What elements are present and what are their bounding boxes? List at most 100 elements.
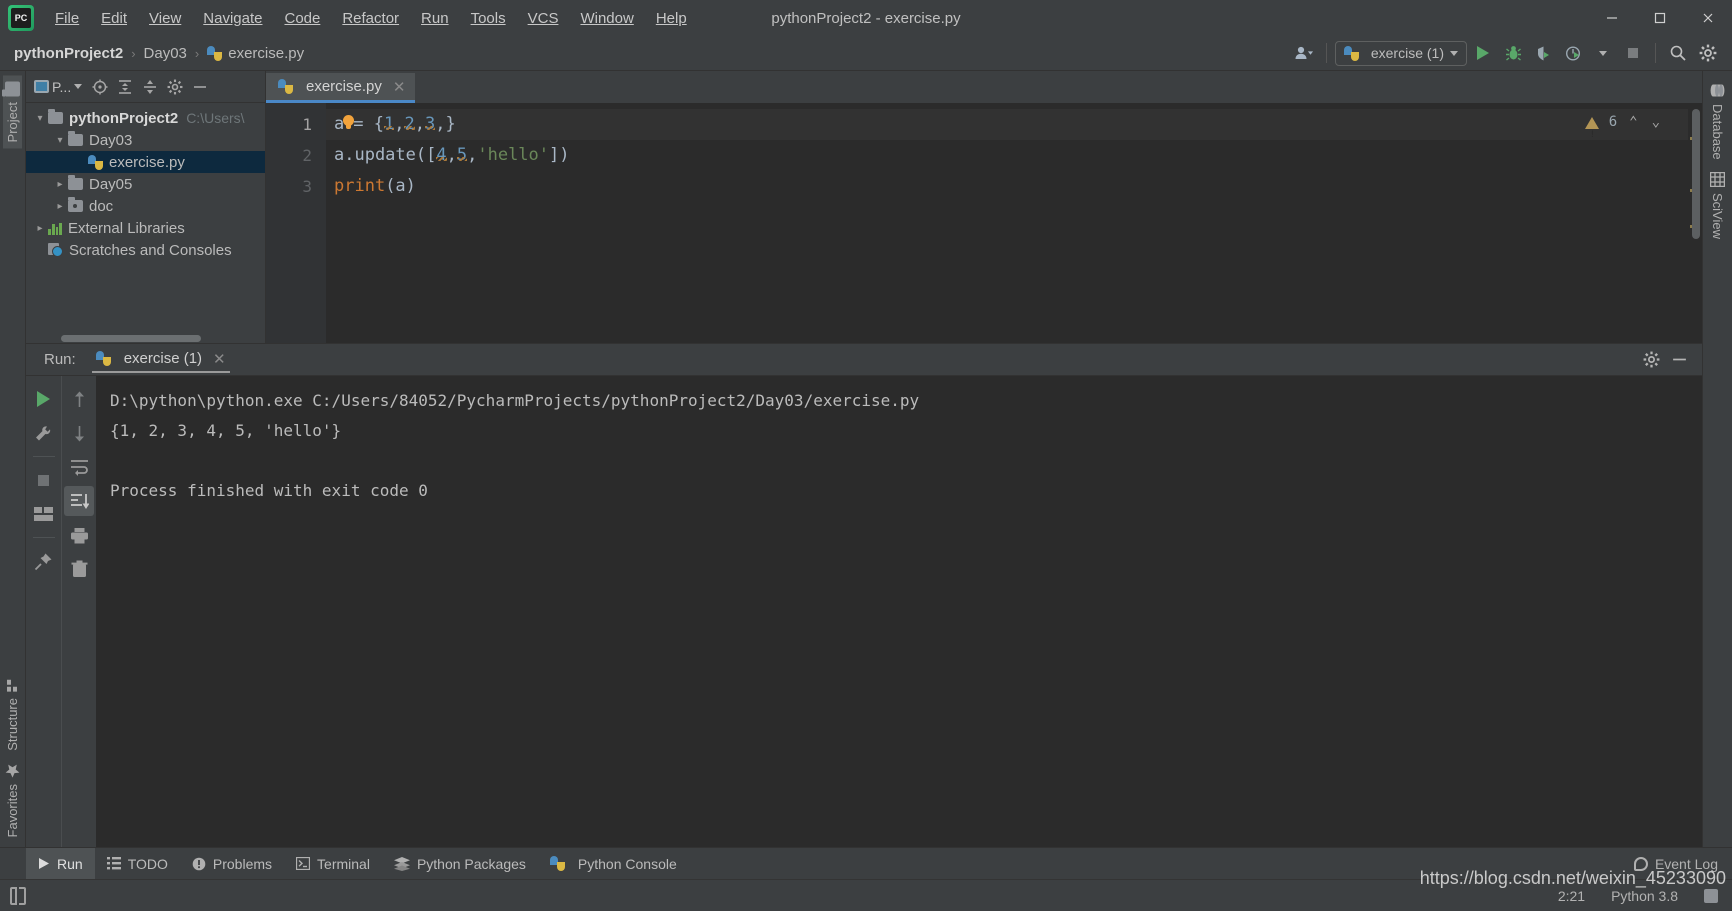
project-tree-horizontal-scrollbar[interactable]	[26, 333, 265, 343]
search-everywhere-button[interactable]	[1664, 40, 1692, 66]
sidebar-item-favorites[interactable]: Favorites	[3, 757, 22, 843]
code-line-3[interactable]: print(a)	[326, 171, 1688, 202]
run-configuration-selector[interactable]: exercise (1)	[1334, 40, 1467, 66]
scroll-from-source-button[interactable]	[89, 76, 111, 98]
status-tab-terminal[interactable]: Terminal	[284, 848, 382, 879]
hide-tool-window-icon[interactable]	[189, 76, 211, 98]
code-line-1[interactable]: a = {1,2,3,}	[326, 109, 1688, 140]
down-the-stack-button[interactable]	[64, 418, 94, 448]
maximize-button[interactable]	[1636, 0, 1684, 36]
run-button[interactable]	[1469, 40, 1497, 66]
stop-process-button[interactable]	[29, 465, 59, 495]
close-icon[interactable]: ✕	[393, 78, 406, 96]
run-console-output[interactable]: D:\python\python.exe C:/Users/84052/Pych…	[96, 376, 1702, 847]
event-log-button[interactable]: Event Log	[1633, 856, 1718, 872]
status-tab-todo[interactable]: TODO	[95, 848, 180, 879]
packages-icon	[393, 856, 410, 871]
pin-tab-button[interactable]	[29, 546, 59, 576]
profile-dropdown[interactable]	[1589, 40, 1617, 66]
rerun-button[interactable]	[29, 384, 59, 414]
user-icon[interactable]	[1290, 40, 1318, 66]
menu-vcs[interactable]: VCS	[517, 6, 570, 31]
layout-settings-button[interactable]	[29, 499, 59, 529]
breadcrumb-file[interactable]: exercise.py	[207, 45, 304, 62]
expand-all-icon[interactable]	[114, 76, 136, 98]
intention-bulb-icon[interactable]	[342, 115, 355, 132]
run-toolbar-left	[26, 376, 61, 847]
stop-button[interactable]	[1619, 40, 1647, 66]
star-icon	[5, 763, 20, 778]
sidebar-item-sciview[interactable]: SciView	[1708, 166, 1727, 245]
chevron-right-icon[interactable]: ▸	[52, 176, 68, 192]
library-icon	[48, 222, 62, 235]
editor-tab-exercise-py[interactable]: exercise.py ✕	[266, 73, 416, 103]
sidebar-item-structure[interactable]: Structure	[3, 673, 22, 757]
menu-navigate[interactable]: Navigate	[192, 6, 273, 31]
status-tab-run[interactable]: Run	[26, 848, 95, 879]
tool-window-favorites-label: Favorites	[5, 783, 20, 837]
close-button[interactable]	[1684, 0, 1732, 36]
code-line-2[interactable]: a.update([4,5,'hello'])	[326, 140, 1688, 171]
menu-help[interactable]: Help	[645, 6, 698, 31]
breadcrumb-day03[interactable]: Day03	[144, 45, 187, 62]
chevron-down-icon	[1450, 50, 1458, 56]
editor-vertical-scrollbar[interactable]	[1692, 109, 1700, 239]
run-icon	[1477, 46, 1489, 60]
menu-file[interactable]: File	[44, 6, 90, 31]
tool-window-project-label: Project	[5, 102, 20, 143]
profile-button[interactable]	[1559, 40, 1587, 66]
run-with-coverage-button[interactable]	[1529, 40, 1557, 66]
run-tab-exercise[interactable]: exercise (1) ✕	[91, 347, 230, 373]
hide-run-window-icon[interactable]	[1668, 349, 1690, 371]
menu-tools[interactable]: Tools	[460, 6, 517, 31]
breadcrumb-project[interactable]: pythonProject2	[14, 45, 123, 62]
menu-run[interactable]: Run	[410, 6, 460, 31]
menu-code[interactable]: Code	[273, 6, 331, 31]
chevron-down-icon	[1599, 50, 1607, 56]
close-icon[interactable]: ✕	[213, 350, 226, 368]
status-tab-problems[interactable]: Problems	[180, 848, 284, 879]
minimize-button[interactable]	[1588, 0, 1636, 36]
sidebar-item-database[interactable]: Database	[1708, 77, 1727, 166]
print-button[interactable]	[64, 520, 94, 550]
notification-icon[interactable]	[10, 886, 26, 905]
menu-view[interactable]: View	[138, 6, 192, 31]
project-settings-gear-icon[interactable]	[164, 76, 186, 98]
scroll-to-end-button[interactable]	[64, 486, 94, 516]
status-tab-python-console[interactable]: Python Console	[538, 848, 689, 879]
status-tab-python-packages[interactable]: Python Packages	[382, 848, 538, 879]
tree-node-pythonproject2[interactable]: ▾ pythonProject2 C:\Users\	[26, 107, 265, 129]
run-settings-gear-icon[interactable]	[1640, 349, 1662, 371]
inspection-widget[interactable]: 6 ⌃ ⌄	[1584, 107, 1662, 151]
tree-node-exercise-py[interactable]: ▸ exercise.py	[26, 151, 265, 173]
settings-button[interactable]	[1694, 40, 1722, 66]
menu-refactor[interactable]: Refactor	[331, 6, 410, 31]
tree-node-scratches-and-consoles[interactable]: Scratches and Consoles	[26, 239, 265, 261]
chevron-right-icon[interactable]: ▸	[52, 198, 68, 214]
clear-all-button[interactable]	[64, 554, 94, 584]
tree-node-doc[interactable]: ▸ doc	[26, 195, 265, 217]
caret-position-indicator[interactable]: 2:21	[1558, 888, 1585, 904]
memory-indicator-icon[interactable]	[1704, 888, 1718, 903]
menu-edit[interactable]: Edit	[90, 6, 138, 31]
chevron-right-icon[interactable]: ▸	[32, 220, 48, 236]
soft-wrap-button[interactable]	[64, 452, 94, 482]
next-problem-icon[interactable]: ⌄	[1650, 107, 1662, 138]
collapse-all-icon[interactable]	[139, 76, 161, 98]
sidebar-item-project[interactable]: Project	[3, 75, 22, 149]
chevron-down-icon[interactable]: ▾	[32, 110, 48, 126]
python-interpreter-indicator[interactable]: Python 3.8	[1611, 888, 1678, 904]
project-view-selector[interactable]: P...	[30, 79, 86, 95]
tree-node-label: Day03	[89, 131, 133, 149]
debug-button[interactable]	[1499, 40, 1527, 66]
tree-node-day03[interactable]: ▾ Day03	[26, 129, 265, 151]
chevron-down-icon[interactable]: ▾	[52, 132, 68, 148]
menu-window[interactable]: Window	[569, 6, 644, 31]
up-the-stack-button[interactable]	[64, 384, 94, 414]
edit-configuration-button[interactable]	[29, 418, 59, 448]
tree-node-day05[interactable]: ▸ Day05	[26, 173, 265, 195]
tree-node-external-libraries[interactable]: ▸ External Libraries	[26, 217, 265, 239]
editor-error-stripe[interactable]	[1688, 103, 1702, 343]
code-area[interactable]: a = {1,2,3,} a.update([4,5,'hello']) prin…	[326, 103, 1688, 343]
previous-problem-icon[interactable]: ⌃	[1627, 107, 1639, 138]
